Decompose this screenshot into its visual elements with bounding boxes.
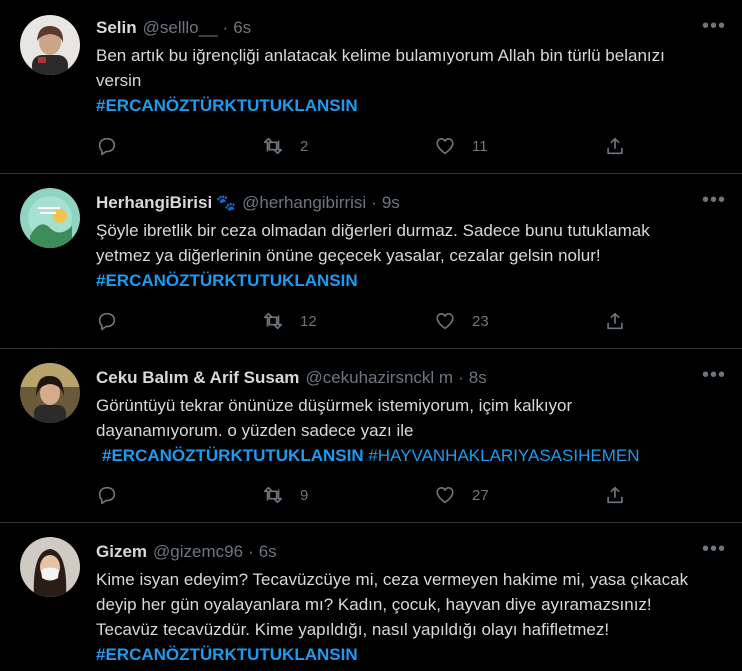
more-icon[interactable]: ••• [702,16,726,36]
tweet-header: Gizem @gizemc96 · 6s [96,540,718,564]
like-icon [436,487,454,504]
more-icon[interactable]: ••• [702,190,726,210]
retweet-count: 9 [300,486,309,504]
tweet-feed: Selin @selllo__ · 6s Ben artık bu iğrenç… [0,0,742,671]
tweet-text: Ben artık bu iğrençliği anlatacak kelime… [96,43,718,118]
avatar-image [20,537,80,597]
separator-dot: · [458,368,464,387]
like-count: 23 [472,312,489,330]
like-icon [436,138,454,155]
reply-button[interactable] [96,310,118,332]
tweet-line: Kime isyan edeyim? Tecavüzcüye mi, ceza … [96,570,689,589]
hashtag-link[interactable]: #ERCANÖZTÜRKTUTUKLANSIN [96,96,358,115]
paw-emoji: 🐾 [216,195,237,212]
separator-dot: · [371,193,377,212]
like-count: 11 [472,137,488,155]
like-icon [436,313,454,330]
user-handle[interactable]: @herhangibirrisi [242,193,366,213]
timestamp[interactable]: 6s [259,542,277,562]
avatar[interactable] [20,537,80,597]
share-button[interactable] [604,135,626,157]
tweet-line: Tecavüz tecavüzdür. Kime yapıldığı, nası… [96,620,610,639]
user-handle[interactable]: @cekuhazirsnckl m [305,368,453,388]
user-handle[interactable]: @selllo__ [143,18,218,38]
more-icon[interactable]: ••• [702,365,726,385]
like-count: 27 [472,486,489,504]
avatar[interactable] [20,15,80,75]
tweet-header: Selin @selllo__ · 6s [96,16,718,40]
tweet[interactable]: Ceku Balım & Arif Susam @cekuhazirsnckl … [0,349,742,523]
share-button[interactable] [604,484,626,506]
tweet-line: versin [96,71,142,90]
reply-button[interactable] [96,135,118,157]
share-button[interactable] [604,310,626,332]
tweet-actions: 2 11 [96,134,636,158]
display-name[interactable]: Ceku Balım & Arif Susam [96,368,299,388]
separator-dot: · [222,18,229,37]
reply-icon [98,486,116,505]
display-name[interactable]: HerhangiBirisi [96,193,212,213]
tweet[interactable]: Selin @selllo__ · 6s Ben artık bu iğrenç… [0,0,742,174]
separator-dot: · [248,542,254,561]
timestamp[interactable]: 6s [233,18,251,38]
tweet[interactable]: HerhangiBirisi 🐾 @herhangibirrisi · 9s Ş… [0,174,742,349]
avatar[interactable] [20,363,80,423]
share-icon [607,486,623,504]
retweet-icon [263,137,283,155]
reply-icon [98,137,116,156]
timestamp[interactable]: 9s [382,193,400,213]
hashtag-link[interactable]: #ERCANÖZTÜRKTUTUKLANSIN [96,645,358,664]
retweet-count: 2 [300,137,309,155]
tweet-line: Ben artık bu iğrençliği anlatacak kelime… [96,46,665,65]
avatar-image [20,363,80,423]
hashtag-link[interactable]: #HAYVANHAKLARIYASASIHEMEN [368,446,639,465]
tweet-line: yetmez ya diğerlerinin önüne geçecek yas… [96,246,601,265]
reply-icon [98,312,116,331]
tweet-header: HerhangiBirisi 🐾 @herhangibirrisi · 9s [96,191,718,215]
like-button[interactable]: 23 [434,310,489,332]
like-button[interactable]: 11 [434,135,488,157]
retweet-icon [263,312,283,330]
share-icon [607,312,623,330]
share-icon [607,137,623,155]
retweet-button[interactable]: 2 [262,135,308,157]
tweet-line: deyip her gün oyalayanlara mı? Kadın, ço… [96,595,652,614]
tweet-line: Görüntüyü tekrar önünüze düşürmek istemi… [96,396,573,415]
retweet-button[interactable]: 9 [262,484,308,506]
avatar-image [20,188,80,248]
tweet-line: Şöyle ibretlik bir ceza olmadan diğerler… [96,221,650,240]
like-button[interactable]: 27 [434,484,489,506]
more-icon[interactable]: ••• [702,539,726,559]
display-name[interactable]: Gizem [96,542,147,562]
avatar-image [20,15,80,75]
retweet-button[interactable]: 12 [262,310,317,332]
tweet-actions: 12 23 [96,309,636,333]
tweet-text: Şöyle ibretlik bir ceza olmadan diğerler… [96,218,718,293]
tweet[interactable]: Gizem @gizemc96 · 6s Kime isyan edeyim? … [0,523,742,671]
avatar[interactable] [20,188,80,248]
tweet-line: dayanamıyorum. o yüzden sadece yazı ile [96,421,414,440]
display-name[interactable]: Selin [96,18,137,38]
hashtag-link[interactable]: #ERCANÖZTÜRKTUTUKLANSIN [102,446,364,465]
tweet-text: Görüntüyü tekrar önünüze düşürmek istemi… [96,393,718,468]
reply-button[interactable] [96,484,118,506]
hashtag-link[interactable]: #ERCANÖZTÜRKTUTUKLANSIN [96,271,358,290]
tweet-header: Ceku Balım & Arif Susam @cekuhazirsnckl … [96,366,718,390]
retweet-count: 12 [300,312,317,330]
retweet-icon [263,486,283,504]
tweet-text: Kime isyan edeyim? Tecavüzcüye mi, ceza … [96,567,718,667]
user-handle[interactable]: @gizemc96 [153,542,243,562]
tweet-actions: 9 27 [96,483,636,507]
timestamp[interactable]: 8s [469,368,487,388]
